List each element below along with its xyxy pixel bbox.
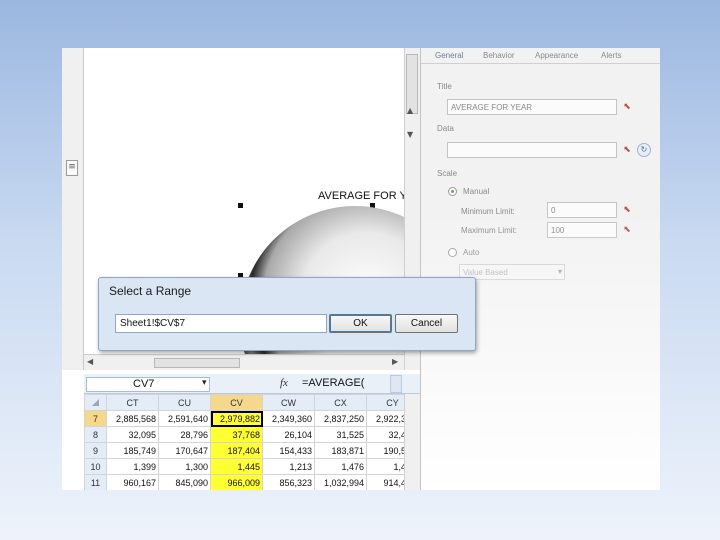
canvas-hscroll-thumb[interactable] bbox=[154, 358, 240, 368]
table-row: 11 960,167 845,090 966,009 856,323 1,032… bbox=[84, 474, 419, 490]
column-header-row: CT CU CV CW CX CY bbox=[84, 394, 419, 411]
dialog-title: Select a Range bbox=[109, 284, 192, 298]
table-cell[interactable]: 1,300 bbox=[158, 458, 211, 475]
edit-title-icon[interactable]: ⬉ bbox=[621, 101, 633, 113]
maximum-limit-field[interactable]: 100 bbox=[547, 222, 617, 238]
collapse-grip-icon[interactable]: ≡ bbox=[66, 160, 78, 176]
chart-title[interactable]: AVERAGE FOR Y bbox=[318, 190, 407, 202]
table-cell[interactable]: 966,009 bbox=[210, 474, 263, 490]
table-row: 10 1,399 1,300 1,445 1,213 1,476 1,469 bbox=[84, 458, 419, 475]
spreadsheet: CV7 ▾ fx =AVERAGE( CT CU CV CW CX CY 7 2… bbox=[84, 374, 420, 490]
formula-bar-expand[interactable] bbox=[390, 375, 402, 393]
auto-mode-value: Value Based bbox=[463, 268, 508, 277]
select-range-icon[interactable]: ⬉ bbox=[621, 144, 633, 156]
insert-function-icon[interactable]: fx bbox=[280, 377, 288, 389]
table-cell[interactable]: 2,349,360 bbox=[262, 410, 315, 427]
data-label: Data bbox=[437, 124, 454, 133]
row-header[interactable]: 7 bbox=[84, 410, 107, 427]
column-header[interactable]: CT bbox=[106, 394, 159, 411]
scroll-right-icon[interactable]: ▶ bbox=[392, 357, 398, 366]
table-cell[interactable]: 183,871 bbox=[314, 442, 367, 459]
active-cell[interactable]: 2,979,882 bbox=[210, 410, 263, 427]
scroll-left-icon[interactable]: ◀ bbox=[87, 357, 93, 366]
table-cell[interactable]: 28,796 bbox=[158, 426, 211, 443]
auto-label: Auto bbox=[463, 248, 480, 257]
chevron-down-icon: ▾ bbox=[557, 267, 562, 276]
table-cell[interactable]: 2,885,568 bbox=[106, 410, 159, 427]
table-row: 8 32,095 28,796 37,768 26,104 31,525 32,… bbox=[84, 426, 419, 443]
slide-frame: ≡ AVERAGE FOR Y ▲ ▼ ◀ ▶ General Behavior… bbox=[62, 48, 660, 490]
table-cell[interactable]: 2,837,250 bbox=[314, 410, 367, 427]
table-cell[interactable]: 2,591,640 bbox=[158, 410, 211, 427]
properties-tabs: General Behavior Appearance Alerts bbox=[421, 48, 660, 64]
minimum-limit-field[interactable]: 0 bbox=[547, 202, 617, 218]
column-header[interactable]: CU bbox=[158, 394, 211, 411]
tab-alerts[interactable]: Alerts bbox=[601, 51, 621, 60]
edit-min-icon[interactable]: ⬉ bbox=[621, 204, 633, 216]
column-header[interactable]: CW bbox=[262, 394, 315, 411]
resize-handle-icon[interactable] bbox=[238, 203, 243, 208]
row-header[interactable]: 10 bbox=[84, 458, 107, 475]
table-cell[interactable]: 37,768 bbox=[210, 426, 263, 443]
name-box[interactable]: CV7 bbox=[86, 377, 210, 392]
left-rail: ≡ bbox=[62, 48, 84, 370]
select-all-corner[interactable] bbox=[84, 394, 107, 411]
table-cell[interactable]: 187,404 bbox=[210, 442, 263, 459]
bind-data-icon[interactable]: ↻ bbox=[637, 143, 651, 157]
table-cell[interactable]: 845,090 bbox=[158, 474, 211, 490]
sheet-vertical-scrollbar[interactable] bbox=[404, 394, 420, 490]
table-cell[interactable]: 170,647 bbox=[158, 442, 211, 459]
title-field[interactable]: AVERAGE FOR YEAR bbox=[447, 99, 617, 115]
minimum-limit-label: Minimum Limit: bbox=[461, 207, 515, 216]
row-header[interactable]: 9 bbox=[84, 442, 107, 459]
table-cell[interactable]: 185,749 bbox=[106, 442, 159, 459]
formula-input[interactable]: =AVERAGE( bbox=[302, 377, 364, 389]
table-cell[interactable]: 26,104 bbox=[262, 426, 315, 443]
scroll-down-icon[interactable]: ▼ bbox=[407, 130, 413, 139]
formula-bar: CV7 ▾ fx =AVERAGE( bbox=[84, 374, 420, 394]
column-header[interactable]: CX bbox=[314, 394, 367, 411]
manual-label: Manual bbox=[463, 187, 490, 196]
auto-radio[interactable] bbox=[448, 248, 457, 257]
column-header-selected[interactable]: CV bbox=[210, 394, 263, 411]
tab-general[interactable]: General bbox=[435, 51, 463, 60]
table-cell[interactable]: 31,525 bbox=[314, 426, 367, 443]
table-cell[interactable]: 1,445 bbox=[210, 458, 263, 475]
maximum-limit-label: Maximum Limit: bbox=[461, 226, 518, 235]
table-cell[interactable]: 960,167 bbox=[106, 474, 159, 490]
select-range-dialog: Select a Range Sheet1!$CV$7 OK Cancel bbox=[98, 277, 476, 351]
table-cell[interactable]: 856,323 bbox=[262, 474, 315, 490]
row-header[interactable]: 8 bbox=[84, 426, 107, 443]
cancel-button[interactable]: Cancel bbox=[395, 314, 458, 333]
edit-max-icon[interactable]: ⬉ bbox=[621, 224, 633, 236]
table-cell[interactable]: 1,399 bbox=[106, 458, 159, 475]
table-row: 9 185,749 170,647 187,404 154,433 183,87… bbox=[84, 442, 419, 459]
range-input[interactable]: Sheet1!$CV$7 bbox=[115, 314, 327, 333]
name-box-dropdown-icon[interactable]: ▾ bbox=[202, 378, 207, 388]
cell-grid: CT CU CV CW CX CY 7 2,885,568 2,591,640 … bbox=[84, 394, 419, 490]
tab-behavior[interactable]: Behavior bbox=[483, 51, 515, 60]
scale-label: Scale bbox=[437, 169, 458, 178]
scroll-up-icon[interactable]: ▲ bbox=[407, 106, 413, 115]
table-cell[interactable]: 32,095 bbox=[106, 426, 159, 443]
table-cell[interactable]: 1,032,994 bbox=[314, 474, 367, 490]
table-cell[interactable]: 154,433 bbox=[262, 442, 315, 459]
title-label: Title bbox=[437, 82, 452, 91]
ok-button[interactable]: OK bbox=[329, 314, 392, 333]
manual-radio[interactable] bbox=[448, 187, 457, 196]
table-row: 7 2,885,568 2,591,640 2,979,882 2,349,36… bbox=[84, 410, 419, 427]
properties-panel: General Behavior Appearance Alerts Title… bbox=[420, 48, 660, 490]
table-cell[interactable]: 1,213 bbox=[262, 458, 315, 475]
data-field[interactable] bbox=[447, 142, 617, 158]
canvas-vscroll-thumb[interactable] bbox=[406, 54, 418, 114]
canvas-horizontal-scrollbar[interactable]: ◀ ▶ bbox=[84, 354, 404, 370]
tab-appearance[interactable]: Appearance bbox=[535, 51, 578, 60]
row-header[interactable]: 11 bbox=[84, 474, 107, 490]
table-cell[interactable]: 1,476 bbox=[314, 458, 367, 475]
